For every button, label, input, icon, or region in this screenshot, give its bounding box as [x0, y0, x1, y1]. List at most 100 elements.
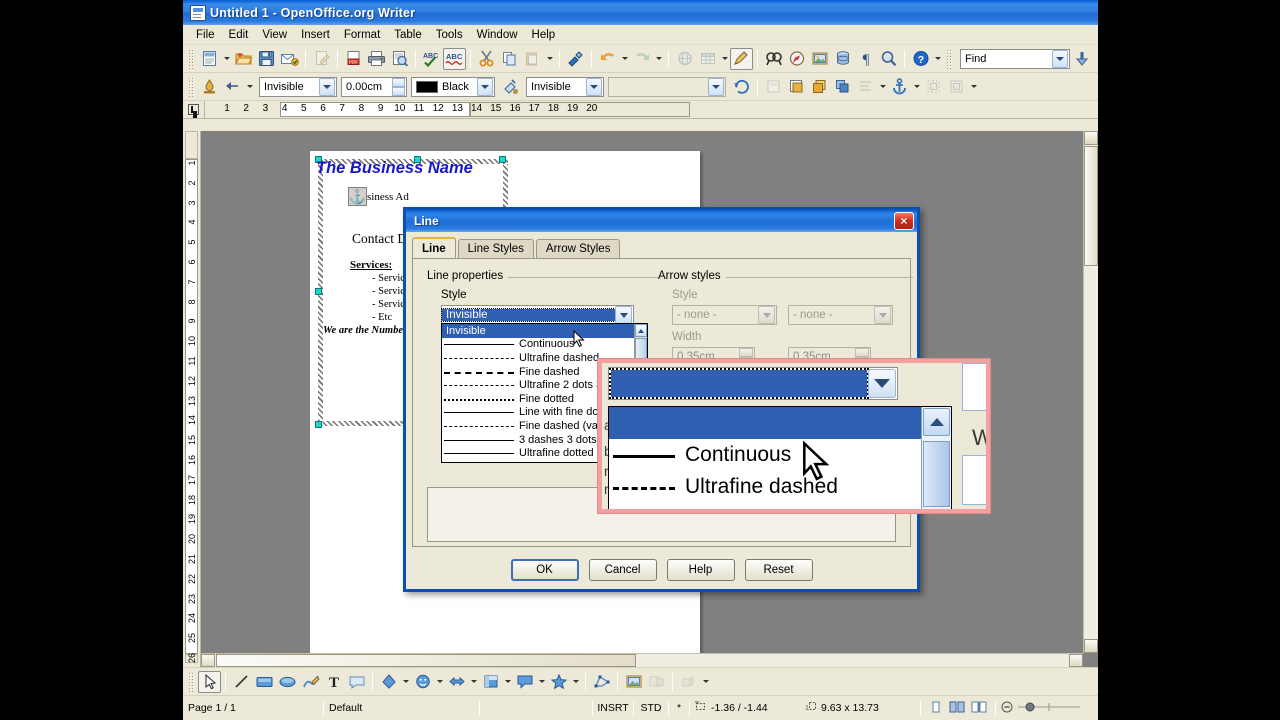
tab-line-styles[interactable]: Line Styles — [457, 239, 534, 258]
magnified-scroll-up-icon[interactable] — [923, 408, 950, 436]
arrow-style-end-combo[interactable]: - none - — [788, 305, 893, 325]
status-selection-mode[interactable]: STD — [634, 700, 668, 717]
horizontal-scrollbar[interactable] — [201, 653, 1083, 667]
select-icon[interactable] — [198, 670, 221, 693]
horizontal-ruler-track[interactable]: 1 2 3 4 5 6 7 8 9 10 11 12 13 14 15 16 17 18 19 20 — [205, 101, 1098, 118]
area-style-icon[interactable] — [499, 76, 522, 98]
multi-page-view-icon[interactable] — [949, 701, 965, 716]
dropdown-scroll-up-icon[interactable] — [635, 324, 647, 337]
paste-icon[interactable] — [521, 48, 544, 70]
line-style-combo[interactable]: Invisible — [259, 76, 337, 97]
text-icon[interactable]: T — [322, 671, 345, 693]
undo-dropdown-icon[interactable] — [619, 48, 630, 70]
table-icon[interactable] — [696, 48, 719, 70]
extrusion-icon[interactable] — [677, 671, 700, 693]
book-view-icon[interactable] — [971, 701, 987, 716]
callout-shapes-dropdown-icon[interactable] — [536, 671, 547, 693]
open-icon[interactable] — [232, 48, 255, 70]
line-width-field[interactable]: 0.00cm — [341, 76, 407, 97]
line-style-option[interactable]: Invisible — [442, 324, 647, 338]
show-draw-functions-icon[interactable] — [730, 47, 753, 70]
help-icon[interactable]: ? — [909, 48, 932, 70]
status-zoom-slider[interactable] — [996, 700, 1085, 717]
status-insert-mode[interactable]: INSRT — [593, 700, 633, 717]
arrow-style-start-combo[interactable]: - none - — [672, 305, 777, 325]
tab-line[interactable]: Line — [412, 237, 456, 258]
stars-icon[interactable] — [547, 671, 570, 693]
ungroup-icon[interactable] — [922, 76, 945, 98]
menu-insert[interactable]: Insert — [294, 27, 337, 43]
autospellcheck-icon[interactable]: ABC — [443, 47, 466, 70]
symbol-shapes-dropdown-icon[interactable] — [434, 671, 445, 693]
ellipse-icon[interactable] — [276, 671, 299, 693]
spelling-icon[interactable]: ABC — [420, 48, 443, 70]
line-style-option[interactable]: Continuous — [442, 338, 647, 352]
rotate-icon[interactable] — [730, 76, 753, 98]
line-style-dropdown-icon[interactable] — [319, 77, 335, 96]
resize-handle-sw[interactable] — [315, 421, 322, 428]
symbol-shapes-icon[interactable] — [411, 671, 434, 693]
magnified-line-style-option[interactable]: Fine dashed — [609, 503, 951, 509]
find-and-replace-icon[interactable] — [762, 48, 785, 70]
tab-stop-left-icon[interactable] — [183, 101, 205, 118]
block-arrows-dropdown-icon[interactable] — [468, 671, 479, 693]
callouts-icon[interactable] — [345, 671, 368, 693]
redo-icon[interactable] — [630, 48, 653, 70]
scroll-up-button[interactable] — [1084, 131, 1098, 145]
line-width-stepper[interactable] — [392, 77, 405, 96]
anchor-dropdown-icon[interactable] — [911, 76, 922, 98]
basic-shapes-dropdown-icon[interactable] — [400, 671, 411, 693]
menu-help[interactable]: Help — [525, 27, 563, 43]
email-document-icon[interactable] — [278, 48, 301, 70]
zoom-icon[interactable] — [877, 48, 900, 70]
line-color-combo[interactable]: Black — [411, 76, 495, 97]
magnified-line-style-option[interactable] — [609, 407, 951, 439]
scroll-right-button[interactable] — [1069, 654, 1083, 667]
toolbar-grip[interactable] — [188, 48, 195, 69]
gallery-icon[interactable] — [645, 671, 668, 693]
magnified-line-style-option[interactable]: Continuous — [609, 439, 951, 471]
save-icon[interactable] — [255, 48, 278, 70]
line-style-combo[interactable]: Invisible — [441, 305, 634, 325]
menu-view[interactable]: View — [255, 27, 294, 43]
magnified-line-style-option[interactable]: Ultrafine dashed — [609, 471, 951, 503]
alignment-icon[interactable] — [854, 76, 877, 98]
flowchart-dropdown-icon[interactable] — [502, 671, 513, 693]
menu-format[interactable]: Format — [337, 27, 387, 43]
gallery-icon[interactable] — [808, 48, 831, 70]
ok-button[interactable]: OK — [510, 559, 579, 581]
help-button[interactable]: Help — [666, 559, 735, 581]
menu-tools[interactable]: Tools — [429, 27, 470, 43]
arrow-style-dropdown-icon[interactable] — [244, 76, 255, 98]
freeform-line-icon[interactable] — [299, 671, 322, 693]
magnified-scrollbar[interactable] — [921, 407, 951, 509]
standard-toolbar-overflow-icon[interactable] — [932, 48, 943, 70]
hyperlink-icon[interactable] — [673, 48, 696, 70]
tab-arrow-styles[interactable]: Arrow Styles — [535, 239, 621, 258]
magnified-option-list[interactable]: Continuous Ultrafine dashed Fine dashed — [609, 407, 951, 509]
resize-handle-ne[interactable] — [499, 156, 506, 163]
align-icon[interactable] — [762, 76, 785, 98]
magnified-dropdown-list[interactable]: Continuous Ultrafine dashed Fine dashed — [608, 406, 952, 509]
copy-icon[interactable] — [498, 48, 521, 70]
anchor-icon[interactable] — [348, 187, 367, 206]
navigator-icon[interactable] — [785, 48, 808, 70]
resize-handle-w[interactable] — [315, 288, 322, 295]
area-fill-dropdown-icon[interactable] — [708, 77, 724, 96]
find-next-down-icon[interactable] — [1070, 48, 1093, 70]
status-view-layout[interactable] — [921, 700, 995, 717]
line-style-dropdown-icon[interactable] — [615, 306, 632, 324]
rectangle-icon[interactable] — [253, 671, 276, 693]
arrange-front-icon[interactable] — [785, 76, 808, 98]
new-document-dropdown-icon[interactable] — [221, 48, 232, 70]
basic-shapes-icon[interactable] — [377, 671, 400, 693]
arrow-style-start-dropdown-icon[interactable] — [758, 306, 775, 324]
reset-button[interactable]: Reset — [744, 559, 813, 581]
find-input[interactable]: Find — [960, 48, 1070, 69]
single-page-view-icon[interactable] — [929, 701, 943, 716]
zoom-out-icon[interactable] — [1001, 701, 1013, 716]
line-icon[interactable] — [230, 671, 253, 693]
block-arrows-icon[interactable] — [445, 671, 468, 693]
edit-file-icon[interactable] — [310, 48, 333, 70]
export-pdf-icon[interactable]: PDF — [342, 48, 365, 70]
